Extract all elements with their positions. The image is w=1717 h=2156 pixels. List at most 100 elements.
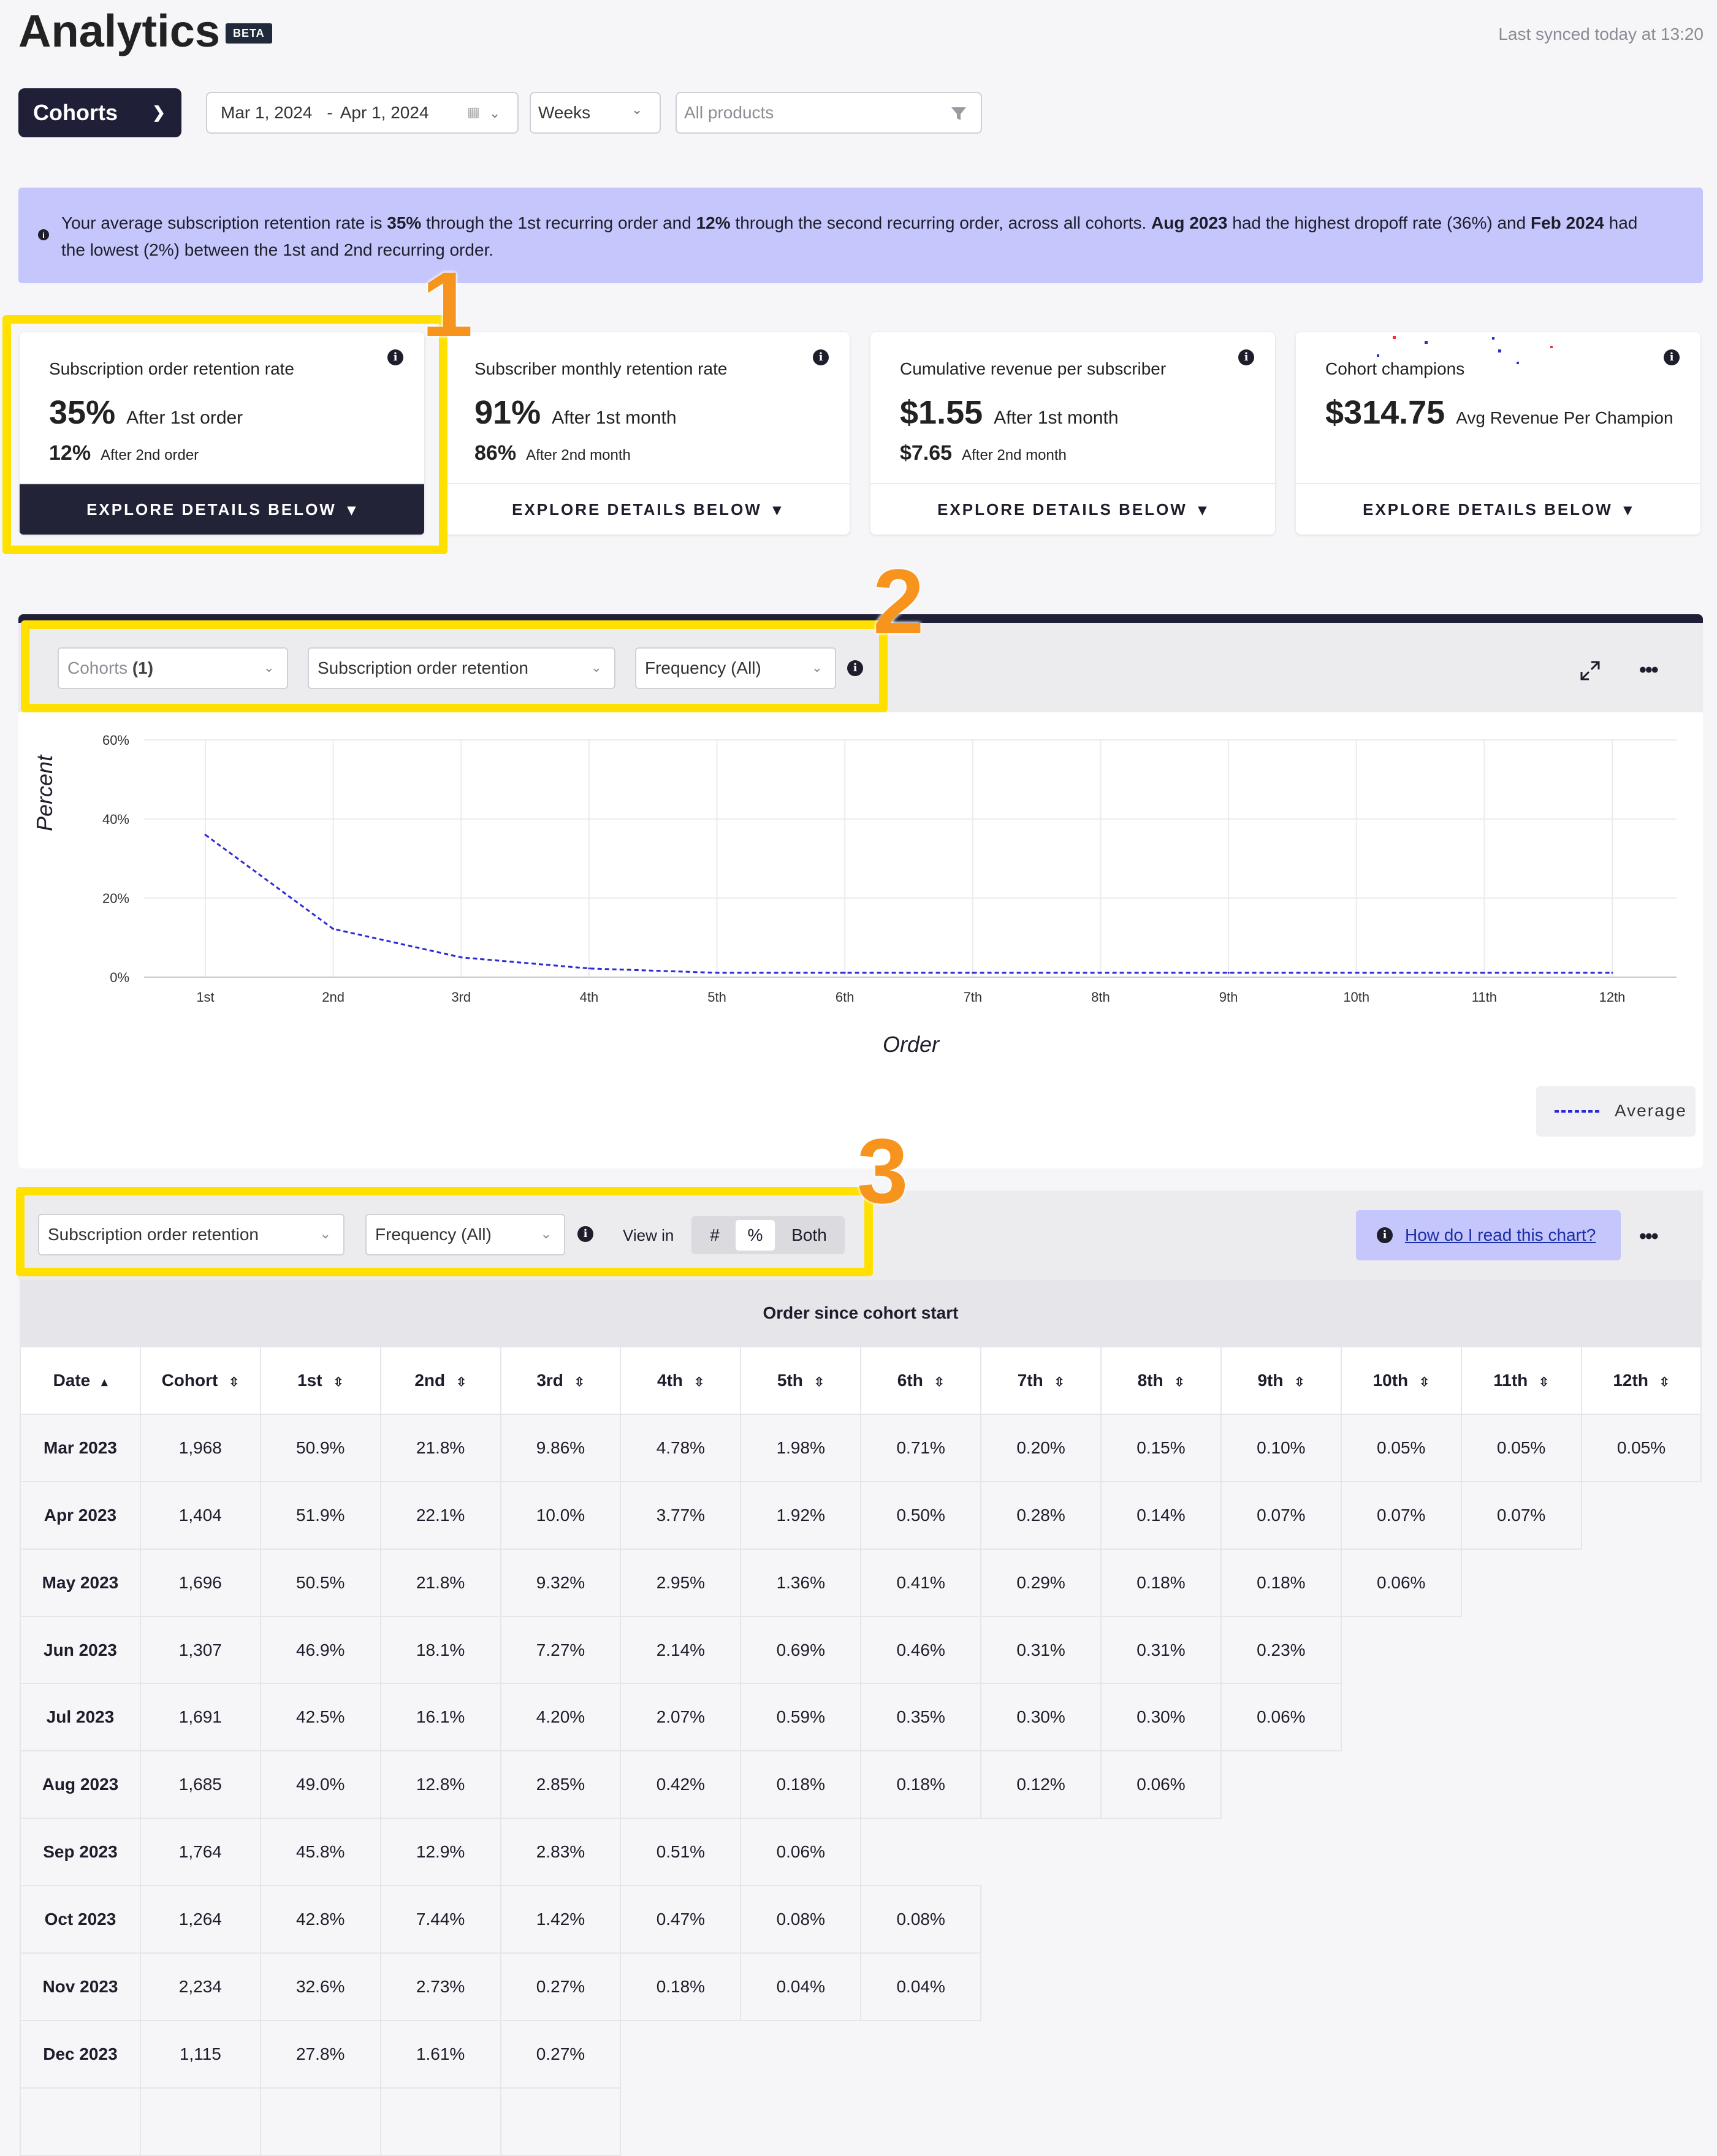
column-header[interactable]: Date ▴ xyxy=(20,1346,141,1415)
explore-details-button[interactable]: EXPLORE DETAILS BELOW ▾ xyxy=(870,483,1275,535)
sort-icon[interactable]: ⇳ xyxy=(1054,1376,1065,1389)
sort-icon[interactable]: ⇳ xyxy=(333,1376,344,1389)
date-range-picker[interactable]: Mar 1, 2024 - Apr 1, 2024 ▦ ⌄ xyxy=(206,92,519,134)
x-tick-label: 1st xyxy=(196,989,214,1005)
data-point xyxy=(972,972,974,974)
column-header-label: Cohort xyxy=(161,1370,218,1390)
empty-cell xyxy=(1101,1886,1221,1954)
cohort-size-cell: 1,307 xyxy=(139,1615,261,1685)
column-header[interactable]: 5th ⇳ xyxy=(740,1346,862,1415)
column-header[interactable]: 4th ⇳ xyxy=(620,1346,742,1415)
sort-icon[interactable]: ⇳ xyxy=(1174,1376,1185,1389)
explore-details-button[interactable]: EXPLORE DETAILS BELOW ▾ xyxy=(445,483,850,535)
column-header[interactable]: 6th ⇳ xyxy=(860,1346,982,1415)
x-tick-label: 3rd xyxy=(451,989,471,1005)
sort-ascending-icon[interactable]: ▴ xyxy=(101,1376,107,1389)
empty-cell xyxy=(981,2020,1102,2088)
help-link[interactable]: How do I read this chart? xyxy=(1405,1225,1596,1245)
banner-highlight: 12% xyxy=(696,213,731,232)
sort-icon[interactable]: ⇳ xyxy=(1294,1376,1304,1389)
sort-icon[interactable]: ⇳ xyxy=(934,1376,945,1389)
card-secondary-caption: After 2nd month xyxy=(526,447,631,463)
column-header[interactable]: 9th ⇳ xyxy=(1220,1346,1342,1415)
retention-cell: 0.51% xyxy=(620,1818,742,1887)
expand-icon[interactable] xyxy=(1578,658,1602,683)
column-header[interactable]: 7th ⇳ xyxy=(980,1346,1102,1415)
retention-cell: 0.08% xyxy=(860,1885,982,1954)
granularity-select[interactable]: Weeks ⌄ xyxy=(530,92,661,134)
sort-icon[interactable]: ⇳ xyxy=(1419,1376,1430,1389)
retention-cell: 0.04% xyxy=(860,1952,982,2021)
chevron-down-icon: ⌄ xyxy=(631,102,643,117)
cohort-date-cell: Jun 2023 xyxy=(20,1615,141,1685)
data-point xyxy=(843,972,846,974)
banner-highlight: Feb 2024 xyxy=(1530,213,1604,232)
banner-text: through the 1st recurring order and xyxy=(421,213,696,232)
info-icon[interactable]: i xyxy=(1238,349,1254,365)
retention-cell: 2.95% xyxy=(620,1548,742,1617)
last-synced-text: Last synced today at 13:20 xyxy=(1498,25,1704,44)
info-icon[interactable]: i xyxy=(1664,349,1680,365)
explore-details-button[interactable]: EXPLORE DETAILS BELOW ▾ xyxy=(1296,483,1700,535)
empty-cell xyxy=(1461,1818,1582,1886)
retention-cell: 0.35% xyxy=(860,1683,982,1752)
retention-cell: 4.78% xyxy=(620,1413,742,1482)
help-link-box[interactable]: i How do I read this chart? xyxy=(1356,1210,1621,1260)
view-mode-dropdown[interactable]: Cohorts ❯ xyxy=(18,88,181,137)
column-header-label: 1st xyxy=(297,1370,322,1390)
cohort-size-cell: 1,685 xyxy=(139,1750,261,1819)
retention-cell: 0.31% xyxy=(1100,1615,1222,1685)
banner-highlight: Aug 2023 xyxy=(1151,213,1228,232)
column-header[interactable]: Cohort ⇳ xyxy=(139,1346,261,1415)
retention-cell: 0.05% xyxy=(1340,1413,1462,1482)
retention-cell: 50.5% xyxy=(259,1548,381,1617)
column-header[interactable]: 1st ⇳ xyxy=(259,1346,381,1415)
chart-legend[interactable]: Average xyxy=(1536,1086,1696,1137)
banner-text: had the highest dropoff rate (36%) and xyxy=(1227,213,1531,232)
column-header-label: 9th xyxy=(1257,1370,1284,1390)
column-header[interactable]: 2nd ⇳ xyxy=(379,1346,501,1415)
sort-icon[interactable]: ⇳ xyxy=(694,1376,704,1389)
card-title: Cumulative revenue per subscriber xyxy=(900,359,1167,378)
table-row: Jun 2023 1,307 46.9% 18.1% 7.27% 2.14% 0.69% 0.… xyxy=(20,1615,1702,1685)
sort-icon[interactable]: ⇳ xyxy=(574,1376,585,1389)
kpi-card-cohort-champions: Cohort champions i $314.75 Avg Revenue Pe… xyxy=(1296,332,1700,535)
column-header[interactable]: 11th ⇳ xyxy=(1460,1346,1582,1415)
retention-cell: 0.31% xyxy=(980,1615,1102,1685)
retention-cell: 9.86% xyxy=(500,1413,622,1482)
column-header-label: 6th xyxy=(897,1370,923,1390)
double-chevron-down-icon: ▾ xyxy=(772,500,783,519)
empty-cell xyxy=(1461,1548,1582,1617)
y-tick-label: 40% xyxy=(102,812,129,827)
sort-icon[interactable]: ⇳ xyxy=(814,1376,824,1389)
sort-icon[interactable]: ⇳ xyxy=(1539,1376,1549,1389)
sort-icon[interactable]: ⇳ xyxy=(229,1376,239,1389)
column-header[interactable]: 10th ⇳ xyxy=(1340,1346,1462,1415)
empty-cell xyxy=(1341,1886,1461,1954)
info-icon[interactable]: i xyxy=(813,349,829,365)
column-header[interactable]: 12th ⇳ xyxy=(1580,1346,1702,1415)
table-row xyxy=(20,2087,1702,2156)
retention-cell: 0.10% xyxy=(1220,1413,1342,1482)
table-row: Dec 2023 1,115 27.8% 1.61% 0.27% xyxy=(20,2019,1702,2089)
retention-cell: 0.06% xyxy=(1220,1683,1342,1752)
sort-icon[interactable]: ⇳ xyxy=(1659,1376,1670,1389)
insight-banner: i Your average subscription retention ra… xyxy=(18,188,1703,283)
beta-badge: BETA xyxy=(226,23,272,44)
card-secondary-value: $7.65 After 2nd month xyxy=(900,441,1067,465)
data-point xyxy=(332,928,335,930)
empty-cell xyxy=(1581,2087,1702,2155)
cohort-date-cell xyxy=(20,2087,141,2156)
empty-cell xyxy=(1220,1953,1341,2021)
products-filter[interactable]: All products xyxy=(676,92,982,134)
sort-icon[interactable]: ⇳ xyxy=(456,1376,466,1389)
empty-cell xyxy=(1101,1818,1221,1886)
more-options-icon[interactable]: ••• xyxy=(1639,658,1659,682)
retention-cell: 0.05% xyxy=(1580,1413,1702,1482)
column-header[interactable]: 8th ⇳ xyxy=(1100,1346,1222,1415)
retention-cell: 0.07% xyxy=(1220,1480,1342,1550)
more-options-icon[interactable]: ••• xyxy=(1639,1225,1659,1249)
empty-cell xyxy=(1581,1818,1702,1886)
column-header[interactable]: 3rd ⇳ xyxy=(500,1346,622,1415)
retention-cell: 0.71% xyxy=(860,1413,982,1482)
